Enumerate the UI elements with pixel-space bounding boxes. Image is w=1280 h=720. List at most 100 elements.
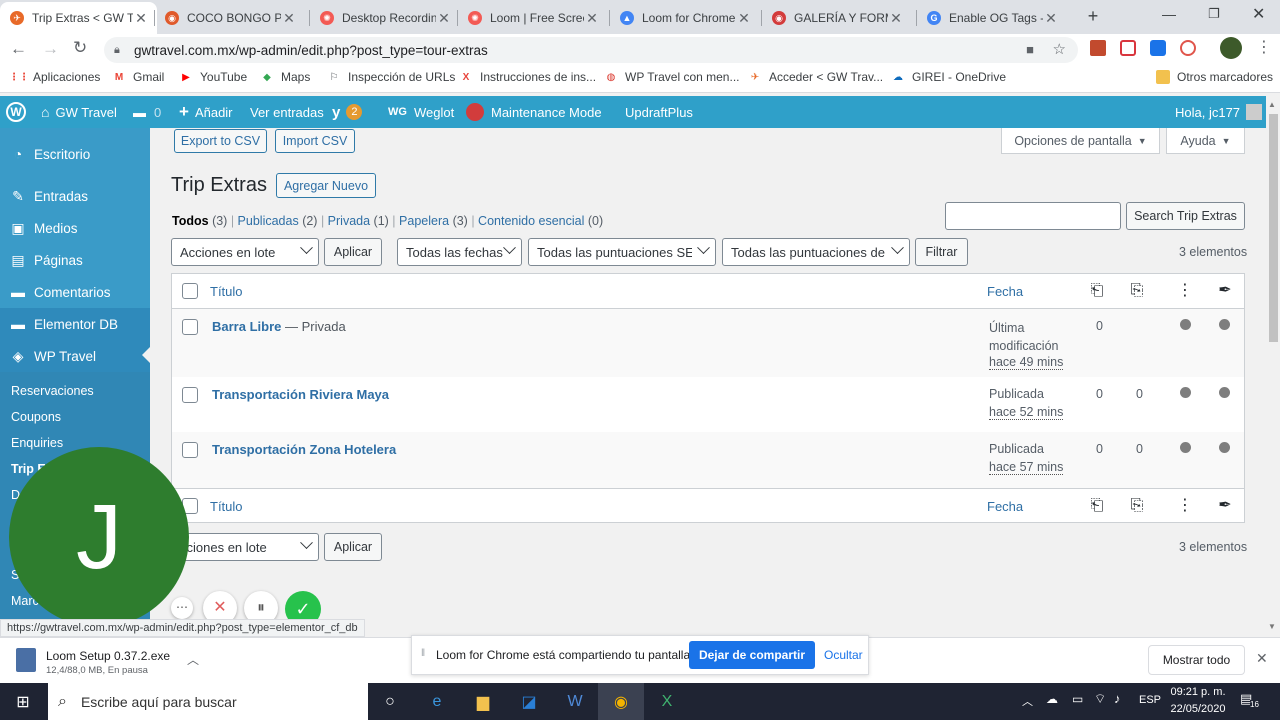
sidebar-item-dashboard[interactable]: ◔ Escritorio	[0, 138, 150, 170]
scroll-up-icon[interactable]: ▲	[1268, 100, 1276, 109]
comments-link[interactable]: ▬ 0	[133, 96, 161, 128]
download-filename[interactable]: Loom Setup 0.37.2.exe	[46, 649, 170, 663]
outgoing-links-icon[interactable]: ⎗	[1087, 281, 1107, 301]
row-checkbox[interactable]	[182, 319, 198, 335]
close-tab-icon[interactable]: ✕	[281, 10, 297, 27]
view-posts-link[interactable]: Ver entradas	[250, 96, 324, 128]
show-all-downloads-button[interactable]: Mostrar todo	[1148, 645, 1245, 675]
download-options-icon[interactable]: ︿	[187, 651, 199, 668]
tray-chevron-icon[interactable]: ︿	[1022, 693, 1033, 709]
star-icon[interactable]: ☆	[1053, 40, 1066, 58]
loom-more-icon[interactable]: ⋯	[171, 597, 193, 619]
sidebar-item-pin[interactable]: ✎ Entradas	[0, 180, 150, 212]
row-checkbox[interactable]	[182, 387, 198, 403]
profile-avatar[interactable]	[1220, 37, 1242, 59]
row-title-link[interactable]: Transportación Zona Hotelera	[212, 442, 396, 457]
browser-tab[interactable]: ✺ Loom | Free Scree ✕	[458, 2, 608, 34]
onedrive-icon[interactable]: ☁	[1046, 692, 1058, 706]
seo-score-icon[interactable]: ⋮	[1175, 496, 1195, 516]
filter-button[interactable]: Filtrar	[915, 238, 968, 266]
apply-bulk-button-bottom[interactable]: Aplicar	[324, 533, 382, 561]
incoming-links-icon[interactable]: ⎘	[1127, 281, 1147, 301]
incoming-links-icon[interactable]: ⎘	[1127, 496, 1147, 516]
seo-score-icon[interactable]: ⋮	[1175, 281, 1195, 301]
close-tab-icon[interactable]: ✕	[888, 10, 904, 27]
filter-cornerstone[interactable]: Contenido esencial	[478, 214, 584, 228]
bookmark-item[interactable]: X Instrucciones de ins...	[459, 70, 596, 84]
clock-date[interactable]: 22/05/2020	[1170, 703, 1226, 715]
outlook-icon[interactable]: ◪	[506, 683, 552, 720]
close-download-shelf-icon[interactable]: ✕	[1256, 650, 1268, 667]
filter-private[interactable]: Privada	[328, 214, 370, 228]
bookmark-item[interactable]: ✈ Acceder < GW Trav...	[748, 70, 883, 84]
bookmark-item[interactable]: ☁ GIREI - OneDrive	[891, 70, 1006, 84]
close-tab-icon[interactable]: ✕	[133, 10, 149, 27]
screen-options-button[interactable]: Opciones de pantalla ▼	[1001, 128, 1160, 154]
excel-icon[interactable]: X	[644, 683, 690, 720]
chrome-icon[interactable]: ◉	[598, 683, 644, 720]
browser-tab[interactable]: ▲ Loom for Chrome ✕	[610, 2, 760, 34]
bookmark-item[interactable]: ◆ Maps	[260, 70, 310, 84]
filter-published[interactable]: Publicadas	[238, 214, 299, 228]
clock-time[interactable]: 09:21 p. m.	[1170, 686, 1226, 698]
row-title-link[interactable]: Barra Libre — Privada	[212, 319, 346, 334]
reload-icon[interactable]: ↻	[73, 38, 87, 58]
date-filter-select[interactable]: Todas las fechas	[397, 238, 522, 266]
sidebar-item-media[interactable]: ▣ Medios	[0, 212, 150, 244]
close-tab-icon[interactable]: ✕	[584, 10, 600, 27]
other-bookmarks[interactable]: Otros marcadores	[1156, 70, 1273, 84]
file-explorer-icon[interactable]: ▆	[460, 683, 506, 720]
pocket-extension-icon[interactable]	[1120, 40, 1136, 56]
filter-trash[interactable]: Papelera	[399, 214, 449, 228]
task-view-icon[interactable]: ○	[367, 683, 413, 720]
address-bar[interactable]: 🔒︎ gwtravel.com.mx/wp-admin/edit.php?pos…	[104, 37, 1078, 63]
menu-kebab-icon[interactable]: ⋮	[1256, 37, 1272, 57]
select-all-checkbox[interactable]	[182, 283, 198, 299]
sidebar-item-compass[interactable]: ◈ WP Travel	[0, 340, 150, 372]
word-icon[interactable]: W	[552, 683, 598, 720]
help-button[interactable]: Ayuda ▼	[1166, 128, 1245, 154]
filter-all[interactable]: Todos	[172, 214, 209, 228]
row-title-link[interactable]: Transportación Riviera Maya	[212, 387, 389, 402]
windows-start-icon[interactable]: ⊞	[0, 683, 46, 720]
edge-icon[interactable]: e	[414, 683, 460, 720]
bookmark-item[interactable]: ⋮⋮ Aplicaciones	[9, 70, 100, 84]
volume-icon[interactable]: ♪	[1114, 691, 1121, 706]
hide-button[interactable]: Ocultar	[824, 648, 863, 662]
updraftplus-link[interactable]: UpdraftPlus	[625, 96, 693, 128]
page-scrollbar[interactable]: ▲ ▼	[1266, 96, 1280, 637]
browser-tab[interactable]: ◉ COCO BONGO PL ✕	[155, 2, 305, 34]
wifi-icon[interactable]: ⌔	[1094, 691, 1106, 707]
yoast-menu[interactable]: y2	[332, 96, 363, 128]
sidebar-item-comments[interactable]: ▬ Comentarios	[0, 276, 150, 308]
scrollbar-thumb[interactable]	[1269, 114, 1278, 342]
add-new-link[interactable]: + Añadir	[179, 96, 233, 128]
drag-handle-icon[interactable]: ‖	[421, 648, 425, 659]
column-title-bottom[interactable]: Título	[210, 499, 243, 514]
taskbar-search-box[interactable]: ⌕ Escribe aquí para buscar	[48, 683, 368, 720]
loom-extension-icon[interactable]	[1180, 40, 1196, 56]
stop-sharing-button[interactable]: Dejar de compartir	[689, 641, 815, 669]
apply-bulk-button[interactable]: Aplicar	[324, 238, 382, 266]
bookmark-item[interactable]: ▶ YouTube	[179, 70, 247, 84]
browser-tab[interactable]: ◉GALERÍA Y FORMA✕	[762, 2, 912, 34]
pdf-extension-icon[interactable]	[1090, 40, 1106, 56]
bulk-actions-select-bottom[interactable]: cciones en lote	[171, 533, 319, 561]
search-input[interactable]	[945, 202, 1121, 230]
minimize-icon[interactable]: —	[1162, 6, 1176, 22]
readability-icon[interactable]: ✒	[1215, 281, 1235, 301]
user-account-menu[interactable]: Hola, jc177	[1175, 96, 1263, 128]
export-csv-button[interactable]: Export to CSV	[174, 129, 267, 153]
bookmark-item[interactable]: ⚐ Inspección de URLs	[327, 70, 456, 84]
sidebar-subitem[interactable]: Coupons	[11, 410, 61, 424]
loom-camera-bubble[interactable]: J	[9, 447, 189, 627]
import-csv-button[interactable]: Import CSV	[275, 129, 355, 153]
add-new-button[interactable]: Agregar Nuevo	[276, 173, 376, 198]
restore-icon[interactable]: ❐	[1208, 6, 1220, 22]
browser-tab[interactable]: ✈ Trip Extras < GW T ✕	[0, 2, 157, 34]
bookmark-item[interactable]: M Gmail	[112, 70, 165, 84]
bookmark-item[interactable]: ◍ WP Travel con men...	[604, 70, 740, 84]
scroll-down-icon[interactable]: ▼	[1268, 622, 1276, 631]
camera-icon[interactable]: ■	[1026, 42, 1034, 57]
browser-tab[interactable]: ✺ Desktop Recording ✕	[310, 2, 460, 34]
